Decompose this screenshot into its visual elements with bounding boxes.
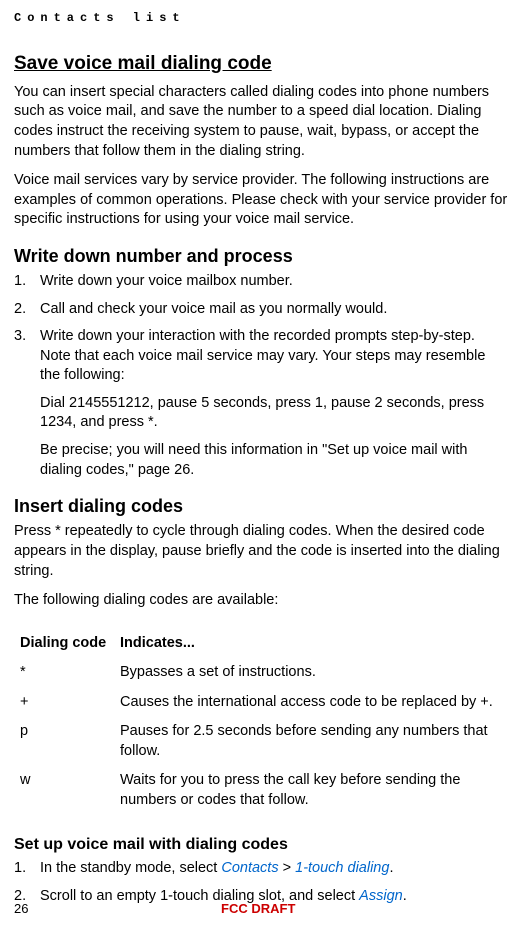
- cell-desc: Waits for you to press the call key befo…: [120, 771, 508, 810]
- page-number: 26: [14, 900, 28, 918]
- running-head: Contacts list: [14, 10, 508, 26]
- list-item: 1. Write down your voice mailbox number.: [14, 272, 508, 292]
- text-fragment: >: [279, 860, 296, 876]
- section-heading-insert: Insert dialing codes: [14, 494, 508, 518]
- dialing-codes-table: Dialing code Indicates... * Bypasses a s…: [14, 629, 508, 816]
- cell-code: w: [20, 771, 120, 810]
- table-header-row: Dialing code Indicates...: [14, 629, 508, 659]
- table-header-code: Dialing code: [20, 634, 120, 654]
- page-footer: 26 FCC DRAFT: [14, 900, 508, 918]
- step-text: Call and check your voice mail as you no…: [40, 300, 508, 320]
- text-fragment: .: [389, 860, 393, 876]
- cell-code: *: [20, 663, 120, 683]
- insert-paragraph-2: The following dialing codes are availabl…: [14, 591, 508, 611]
- contacts-link[interactable]: Contacts: [221, 860, 278, 876]
- step-text: Write down your interaction with the rec…: [40, 327, 508, 480]
- cell-desc: Bypasses a set of instructions.: [120, 663, 508, 683]
- step-number: 3.: [14, 327, 40, 480]
- section-heading-write-down: Write down number and process: [14, 244, 508, 268]
- section-heading-setup: Set up voice mail with dialing codes: [14, 834, 508, 856]
- step-text-a: Write down your interaction with the rec…: [40, 328, 485, 383]
- table-header-desc: Indicates...: [120, 634, 508, 654]
- setup-steps: 1. In the standby mode, select Contacts …: [14, 859, 508, 906]
- page-title: Save voice mail dialing code: [14, 51, 508, 77]
- step-text-b: Dial 2145551212, pause 5 seconds, press …: [40, 394, 508, 433]
- one-touch-dialing-link[interactable]: 1-touch dialing: [295, 860, 389, 876]
- cell-code: p: [20, 722, 120, 761]
- table-row: * Bypasses a set of instructions.: [14, 658, 508, 688]
- table-row: w Waits for you to press the call key be…: [14, 766, 508, 815]
- step-number: 1.: [14, 272, 40, 292]
- text-fragment: In the standby mode, select: [40, 860, 221, 876]
- list-item: 1. In the standby mode, select Contacts …: [14, 859, 508, 879]
- write-down-steps: 1. Write down your voice mailbox number.…: [14, 272, 508, 480]
- cell-desc: Pauses for 2.5 seconds before sending an…: [120, 722, 508, 761]
- cell-code: +: [20, 693, 120, 713]
- insert-paragraph-1: Press * repeatedly to cycle through dial…: [14, 522, 508, 581]
- step-text: In the standby mode, select Contacts > 1…: [40, 859, 508, 879]
- fcc-draft-label: FCC DRAFT: [221, 900, 295, 918]
- step-text-c: Be precise; you will need this informati…: [40, 441, 508, 480]
- step-text: Write down your voice mailbox number.: [40, 272, 508, 292]
- cell-desc: Causes the international access code to …: [120, 693, 508, 713]
- table-row: + Causes the international access code t…: [14, 688, 508, 718]
- list-item: 2. Call and check your voice mail as you…: [14, 300, 508, 320]
- step-number: 1.: [14, 859, 40, 879]
- intro-paragraph-1: You can insert special characters called…: [14, 83, 508, 161]
- step-number: 2.: [14, 300, 40, 320]
- intro-paragraph-2: Voice mail services vary by service prov…: [14, 171, 508, 230]
- list-item: 3. Write down your interaction with the …: [14, 327, 508, 480]
- table-row: p Pauses for 2.5 seconds before sending …: [14, 717, 508, 766]
